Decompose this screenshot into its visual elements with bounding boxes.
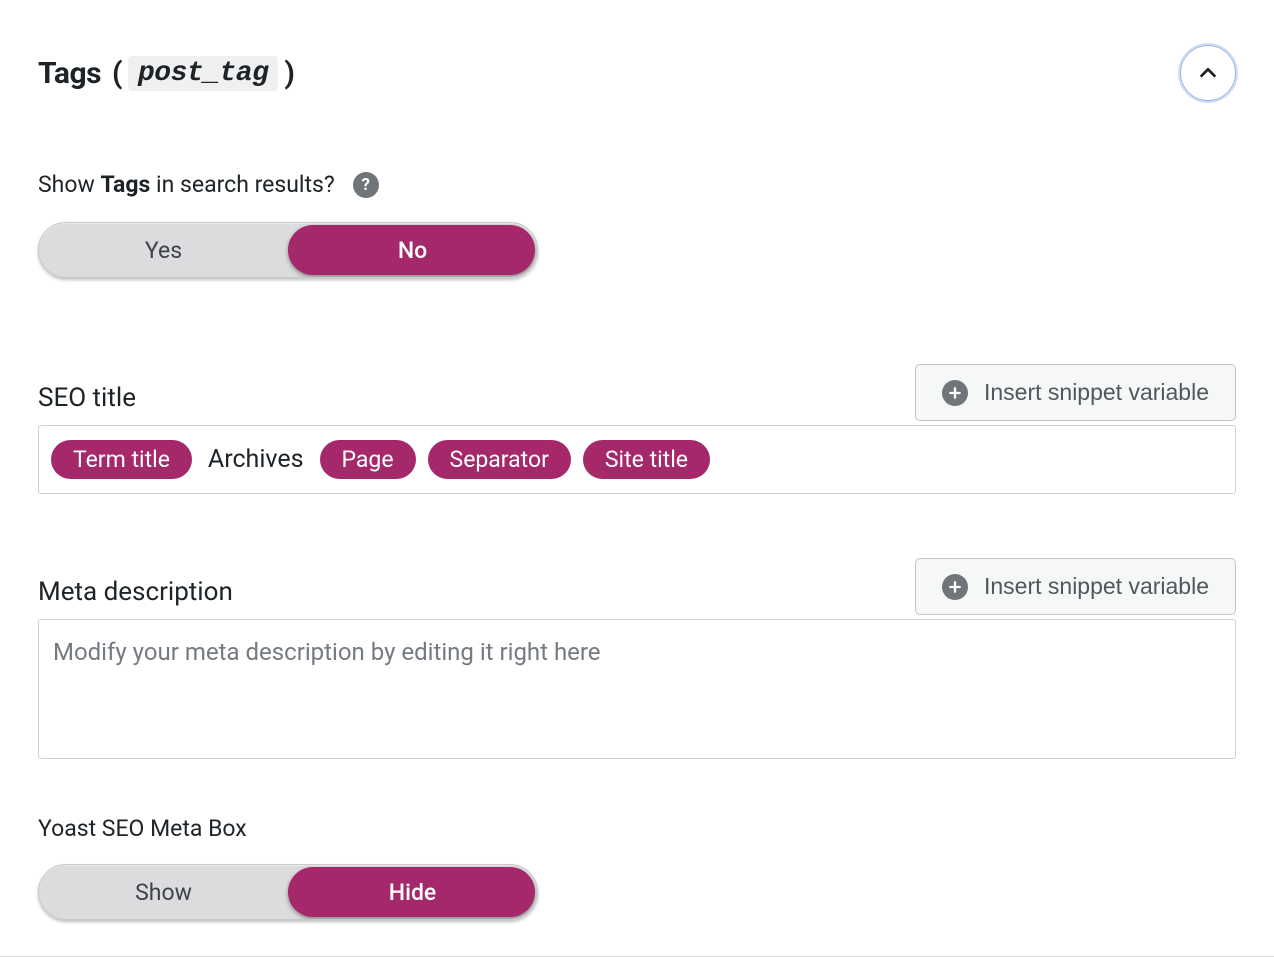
show-in-search-label: Show Tags in search results? ? [38,171,1236,198]
toggle-yes[interactable]: Yes [39,223,288,277]
meta-description-input[interactable]: Modify your meta description by editing … [38,619,1236,759]
snippet-chip[interactable]: Term title [51,440,192,479]
insert-snippet-label-2: Insert snippet variable [984,573,1209,600]
section-title: Tags ( post_tag ) [38,56,294,91]
chevron-up-icon [1197,62,1219,84]
collapse-button[interactable] [1180,45,1236,101]
plus-circle-icon [942,574,968,600]
meta-description-label: Meta description [38,577,233,619]
toggle-no[interactable]: No [288,223,537,277]
snippet-chip[interactable]: Separator [428,440,571,479]
taxonomy-code: post_tag [128,56,278,91]
meta-description-placeholder: Modify your meta description by editing … [53,638,601,666]
insert-snippet-variable-button-2[interactable]: Insert snippet variable [915,558,1236,615]
plus-circle-icon [942,380,968,406]
title-prefix: Tags [38,56,101,91]
seo-title-label: SEO title [38,383,136,425]
toggle-show[interactable]: Show [39,865,288,919]
paren-close: ) [284,56,294,91]
help-icon[interactable]: ? [353,172,379,198]
show-text-before: Show [38,171,95,198]
snippet-text: Archives [204,445,308,474]
insert-snippet-label: Insert snippet variable [984,379,1209,406]
metabox-toggle[interactable]: Show Hide [38,864,538,920]
metabox-label: Yoast SEO Meta Box [38,815,1236,842]
snippet-chip[interactable]: Site title [583,440,710,479]
seo-title-input[interactable]: Term title Archives Page Separator Site titl… [38,425,1236,494]
show-in-search-toggle[interactable]: Yes No [38,222,538,278]
snippet-chip[interactable]: Page [320,440,416,479]
toggle-hide[interactable]: Hide [288,865,537,919]
insert-snippet-variable-button[interactable]: Insert snippet variable [915,364,1236,421]
paren-open: ( [112,56,122,91]
show-text-after: in search results? [156,171,335,198]
show-text-strong: Tags [100,171,150,198]
